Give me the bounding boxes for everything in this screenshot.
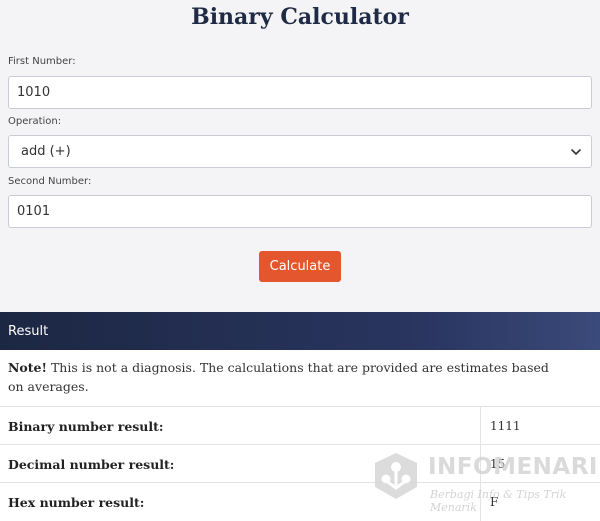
operation-selected-value: add (+) <box>21 144 71 159</box>
column-divider <box>480 445 481 483</box>
page-title: Binary Calculator <box>191 4 409 30</box>
hex-result-label: Hex number result: <box>8 494 145 510</box>
chevron-down-icon <box>571 148 581 155</box>
note-text: This is not a diagnosis. The calculation… <box>8 360 549 394</box>
binary-result-label: Binary number result: <box>8 418 164 434</box>
binary-result-value: 1111 <box>490 419 521 433</box>
decimal-result-value: 15 <box>490 457 506 471</box>
column-divider <box>480 407 481 445</box>
result-header-label: Result <box>8 323 49 339</box>
note-bold: Note! <box>8 360 47 375</box>
second-number-value: 0101 <box>17 204 51 219</box>
table-row: Hex number result: F <box>0 482 600 521</box>
operation-label: Operation: <box>8 116 62 127</box>
decimal-result-label: Decimal number result: <box>8 456 175 472</box>
column-divider <box>480 483 481 521</box>
second-number-label: Second Number: <box>8 176 92 187</box>
calculator-form: Binary Calculator First Number: 1010 Ope… <box>0 0 600 312</box>
first-number-label: First Number: <box>8 56 76 67</box>
first-number-value: 1010 <box>17 85 51 100</box>
hex-result-value: F <box>490 495 499 509</box>
second-number-input[interactable]: 0101 <box>8 195 592 228</box>
operation-select[interactable]: add (+) <box>8 135 592 168</box>
table-row: Binary number result: 1111 <box>0 406 600 445</box>
result-note: Note! This is not a diagnosis. The calcu… <box>8 358 568 396</box>
calculate-button[interactable]: Calculate <box>259 251 341 282</box>
first-number-input[interactable]: 1010 <box>8 76 592 109</box>
table-row: Decimal number result: 15 <box>0 444 600 483</box>
result-header: Result <box>0 312 600 350</box>
